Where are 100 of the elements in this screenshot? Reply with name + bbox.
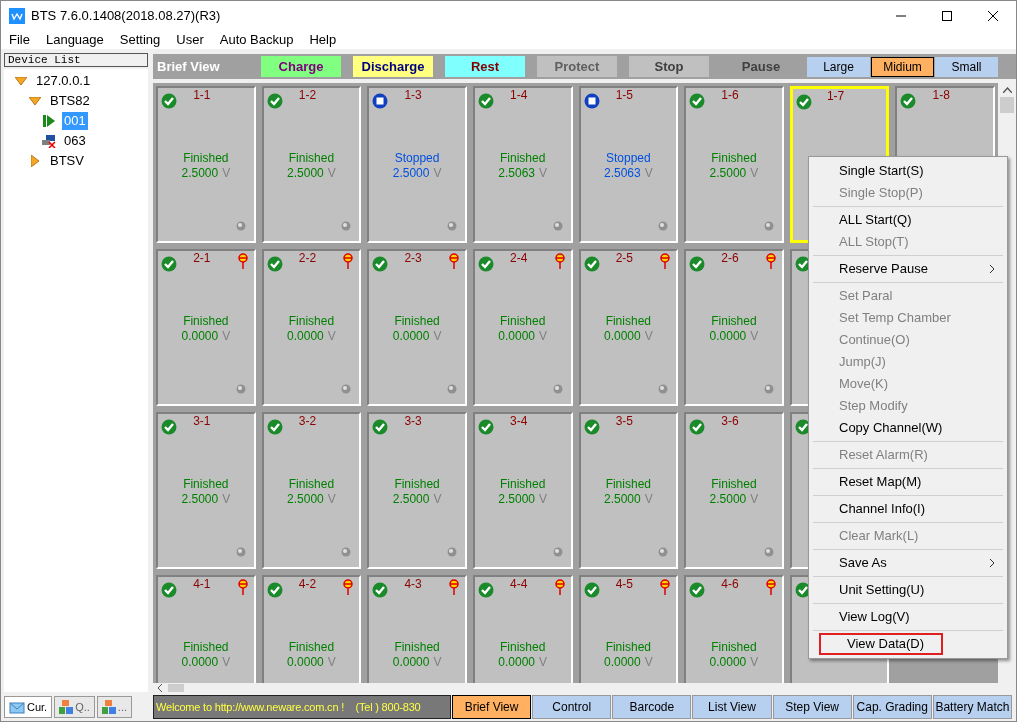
channel-label: 2-2 [297, 251, 318, 265]
status-text: Finished [500, 314, 546, 329]
voltage-value: 0.0000 [498, 329, 536, 344]
voltage-value: 2.5000 [392, 492, 430, 507]
view-title: Brief View [157, 57, 221, 76]
voltage-value: 2.5063 [603, 166, 641, 181]
unit-text: V [327, 655, 336, 670]
status-text: Finished [605, 640, 651, 655]
unit-text: V [327, 166, 336, 181]
channel-label: 2-5 [614, 251, 634, 265]
voltage-value: 0.0000 [498, 655, 536, 670]
channel-label: 4-2 [297, 577, 318, 591]
unit-text: V [433, 166, 442, 181]
unit-text: V [539, 329, 548, 344]
voltage-value: 2.5000 [603, 492, 641, 507]
unit-text: V [750, 329, 759, 344]
unit-text: V [222, 492, 231, 507]
unit-text: V [644, 492, 653, 507]
status-text: Finished [183, 640, 229, 655]
unit-text: V [433, 655, 442, 670]
unit-text: V [539, 166, 548, 181]
voltage-value: 0.0000 [392, 655, 430, 670]
status-text: Finished [605, 477, 651, 492]
unit-text: V [644, 329, 653, 344]
unit-text: V [222, 329, 231, 344]
status-text: Stopped [605, 151, 651, 166]
status-text: Finished [183, 151, 229, 166]
channel-label: 1-1 [192, 88, 212, 102]
channel-label: 2-1 [192, 251, 212, 265]
voltage-value: 0.0000 [181, 655, 219, 670]
voltage-value: 0.0000 [181, 329, 219, 344]
status-text: Finished [605, 314, 651, 329]
voltage-value: 0.0000 [392, 329, 430, 344]
window-title: BTS 7.6.0.1408(2018.08.27)(R3) [31, 6, 221, 25]
channel-label: 4-4 [509, 577, 529, 591]
unit-text: V [433, 492, 442, 507]
voltage-value: 2.5000 [498, 492, 536, 507]
channel-label: 3-5 [614, 414, 634, 428]
voltage-value: 2.5000 [709, 492, 747, 507]
status-text: Finished [183, 314, 229, 329]
unit-text: V [222, 166, 231, 181]
welcome-text: Welcome to http://www.neware.com.cn ! (Tel ) 800-830 [156, 699, 421, 715]
status-text: Finished [183, 477, 229, 492]
channel-label: 4-6 [720, 577, 740, 591]
voltage-value: 0.0000 [709, 655, 747, 670]
channel-label: 3-6 [720, 414, 740, 428]
channel-label: 1-7 [825, 89, 846, 103]
channel-label: 2-6 [720, 251, 740, 265]
voltage-value: 0.0000 [603, 329, 641, 344]
voltage-value: 0.0000 [287, 655, 324, 670]
unit-text: V [222, 655, 231, 670]
unit-text: V [750, 492, 759, 507]
unit-text: V [750, 655, 759, 670]
status-text: Finished [711, 151, 757, 166]
unit-text: V [644, 166, 653, 181]
status-text: Finished [394, 314, 440, 329]
status-text: Finished [394, 640, 440, 655]
voltage-value: 2.5063 [498, 166, 536, 181]
status-text: Finished [711, 314, 757, 329]
legend-chip: Charge [261, 56, 341, 77]
status-text: Finished [288, 477, 335, 492]
voltage-value: 2.5000 [181, 492, 219, 507]
channel-label: 1-3 [403, 88, 423, 102]
channel-label: 3-1 [192, 414, 212, 428]
unit-text: V [327, 492, 336, 507]
voltage-value: 2.5000 [709, 166, 747, 181]
status-text: Finished [500, 151, 546, 166]
status-text: Finished [288, 314, 335, 329]
channel-label: 4-1 [192, 577, 212, 591]
legend-chip: Stop [629, 56, 709, 77]
unit-text: V [644, 655, 653, 670]
status-text: Finished [500, 477, 546, 492]
voltage-value: 2.5000 [287, 166, 324, 181]
channel-label: 3-3 [403, 414, 423, 428]
legend-chip: Discharge [353, 56, 433, 77]
voltage-value: 0.0000 [603, 655, 641, 670]
status-text: Finished [711, 640, 757, 655]
status-text: Finished [288, 640, 335, 655]
channel-label: 1-6 [720, 88, 740, 102]
status-text: Finished [500, 640, 546, 655]
unit-text: V [539, 492, 548, 507]
channel-label: 1-5 [614, 88, 634, 102]
legend-chip: Rest [445, 56, 525, 77]
voltage-value: 2.5000 [181, 166, 219, 181]
voltage-value: 0.0000 [287, 329, 324, 344]
voltage-value: 2.5000 [287, 492, 324, 507]
channel-label: 2-3 [403, 251, 423, 265]
channel-label: 1-4 [509, 88, 529, 102]
status-text: Finished [288, 151, 335, 166]
unit-text: V [327, 329, 336, 344]
channel-label: 4-3 [403, 577, 423, 591]
channel-label: 1-2 [297, 88, 318, 102]
channel-label: 4-5 [614, 577, 634, 591]
status-text: Finished [711, 477, 757, 492]
status-text: Stopped [394, 151, 440, 166]
channel-label: 1-8 [931, 88, 951, 102]
legend-chip: Protect [537, 56, 617, 77]
voltage-value: 0.0000 [709, 329, 747, 344]
voltage-value: 2.5000 [392, 166, 430, 181]
unit-text: V [750, 166, 759, 181]
